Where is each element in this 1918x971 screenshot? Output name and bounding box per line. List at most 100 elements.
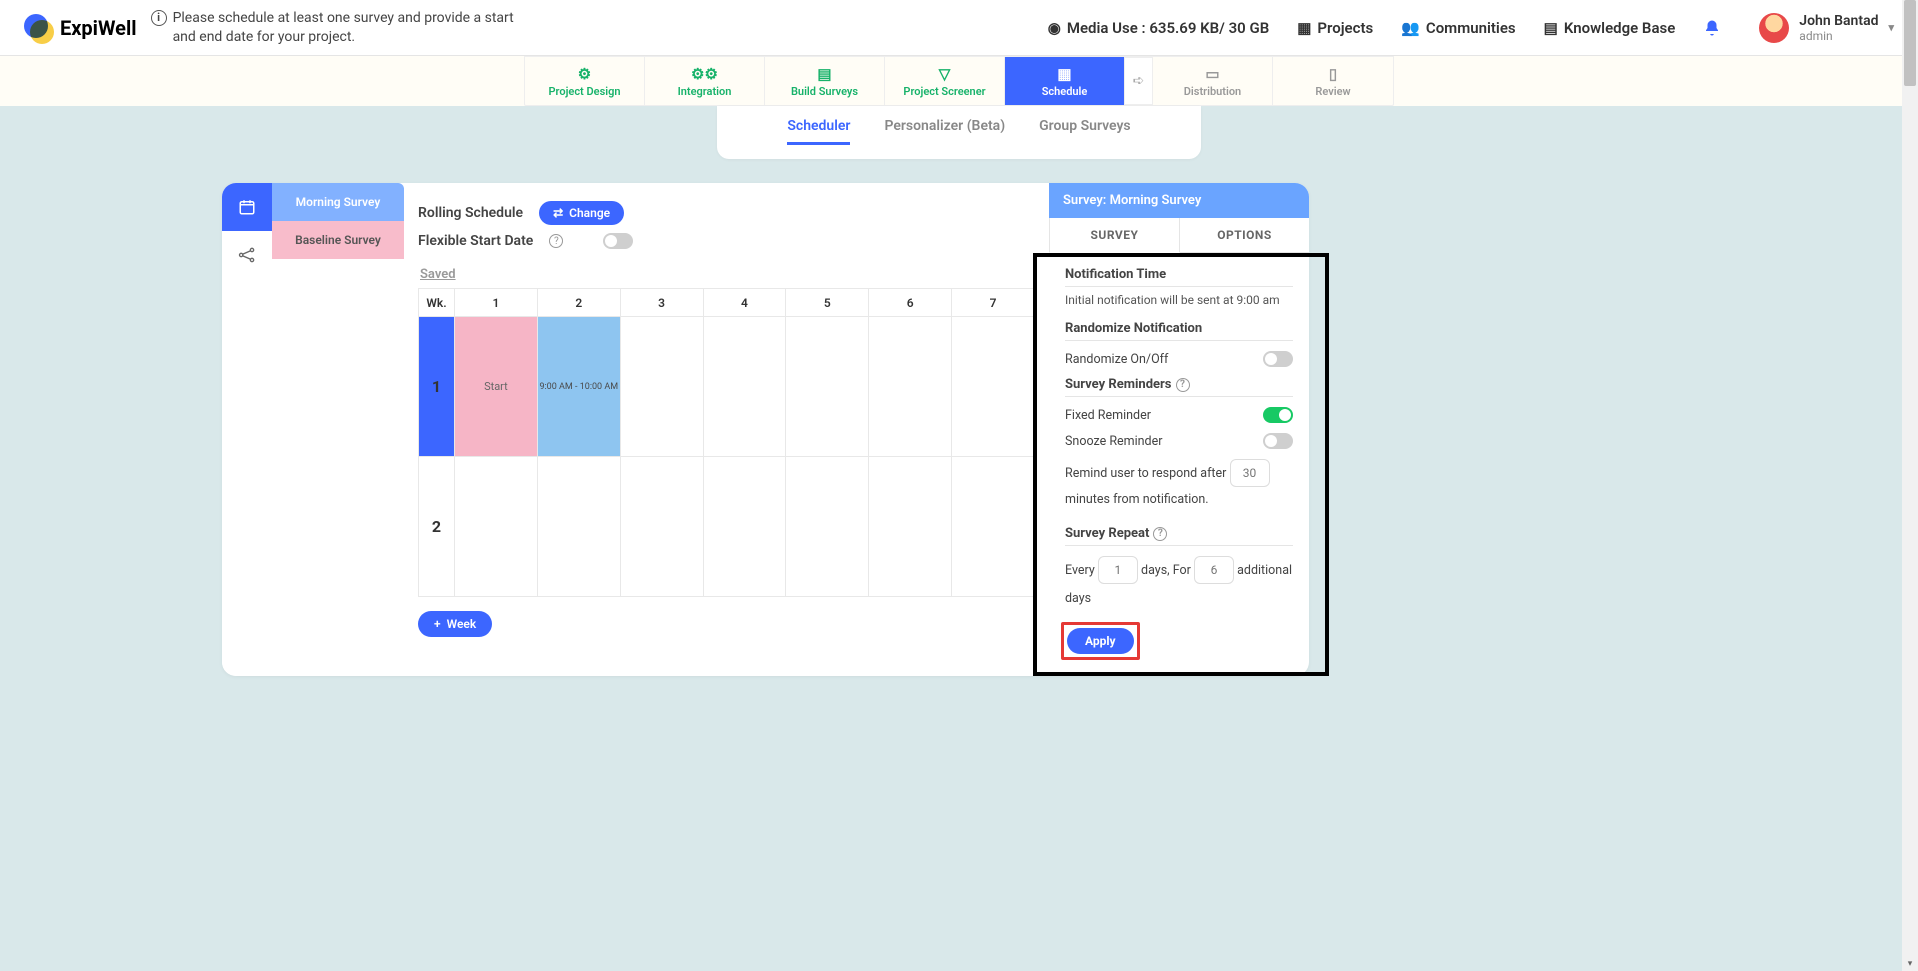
scheduler-card: Morning Survey Baseline Survey Rolling S… — [222, 183, 1309, 676]
next-step-arrow[interactable]: ➪ — [1125, 57, 1153, 105]
time-range-label: 9:00 AM - 10:00 AM — [539, 382, 618, 392]
scroll-thumb[interactable] — [1904, 0, 1916, 86]
morning-block[interactable]: 9:00 AM - 10:00 AM — [538, 317, 620, 456]
col-5: 5 — [786, 289, 869, 317]
snooze-reminder-toggle[interactable] — [1263, 433, 1293, 449]
tab-project-design[interactable]: ⚙Project Design — [525, 57, 645, 105]
header-notice-text: Please schedule at least one survey and … — [173, 9, 531, 45]
cell-1-3[interactable] — [620, 317, 703, 457]
fixed-reminder-label: Fixed Reminder — [1065, 408, 1151, 423]
tab-label: Build Surveys — [791, 85, 858, 98]
left-rail — [222, 183, 272, 676]
panel-header: Survey: Morning Survey — [1049, 183, 1309, 218]
baseline-block[interactable]: Start — [455, 317, 537, 456]
remind-minutes-input[interactable] — [1230, 459, 1270, 487]
every-days-input[interactable] — [1098, 556, 1138, 584]
media-use[interactable]: ◉ Media Use : 635.69 KB/ 30 GB — [1048, 19, 1270, 37]
repeat-title-text: Survey Repeat — [1065, 526, 1149, 541]
notifications-button[interactable] — [1703, 19, 1721, 37]
tab-build-surveys[interactable]: ▤ Build Surveys — [765, 57, 885, 105]
panel-body-highlighted: Notification Time Initial notification w… — [1033, 253, 1329, 676]
document-icon: ▤ — [817, 65, 831, 83]
tab-integration[interactable]: ⚙⚙Integration — [645, 57, 765, 105]
user-menu[interactable]: John Bantad admin ▾ — [1759, 13, 1894, 43]
row-1[interactable]: 1 — [419, 317, 455, 457]
flexible-start-label: Flexible Start Date — [418, 233, 533, 249]
tab-project-screener[interactable]: ▽ Project Screener — [885, 57, 1005, 105]
tab-schedule[interactable]: ▦Schedule — [1005, 57, 1125, 105]
cell-1-1[interactable]: Start — [455, 317, 538, 457]
repeat-title: Survey Repeat ? — [1065, 526, 1293, 546]
col-wk: Wk. — [419, 289, 455, 317]
panel-tabs: SURVEY OPTIONS — [1049, 218, 1309, 253]
cell-1-2[interactable]: 9:00 AM - 10:00 AM — [537, 317, 620, 457]
top-header: ExpiWell i Please schedule at least one … — [0, 0, 1918, 56]
for-days-input[interactable] — [1194, 556, 1234, 584]
book-icon: ▤ — [1544, 19, 1558, 37]
cell-2-1[interactable] — [455, 457, 538, 597]
cell-2-2[interactable] — [537, 457, 620, 597]
funnel-icon: ▽ — [939, 65, 951, 83]
bell-icon — [1703, 19, 1721, 37]
tab-survey[interactable]: SURVEY — [1049, 218, 1180, 253]
help-icon[interactable]: ? — [1153, 527, 1167, 541]
survey-item-baseline[interactable]: Baseline Survey — [272, 221, 404, 259]
plus-icon: + — [434, 617, 441, 631]
col-1: 1 — [455, 289, 538, 317]
notification-time-title: Notification Time — [1065, 267, 1293, 287]
cell-2-6[interactable] — [869, 457, 952, 597]
panel-header-name: Morning Survey — [1110, 193, 1202, 208]
panel-header-prefix: Survey: — [1063, 193, 1110, 208]
schedule-calendar: Wk. 1 2 3 4 5 6 7 1 Start 9:00 AM - 10:0… — [418, 288, 1035, 597]
randomize-toggle[interactable] — [1263, 351, 1293, 367]
user-name: John Bantad — [1799, 13, 1878, 29]
subnav-scheduler[interactable]: Scheduler — [787, 118, 850, 145]
header-nav: ◉ Media Use : 635.69 KB/ 30 GB ▦ Project… — [1048, 13, 1894, 43]
flexible-start-toggle[interactable] — [603, 233, 633, 249]
cell-1-5[interactable] — [786, 317, 869, 457]
brand-logo[interactable]: ExpiWell — [24, 14, 137, 42]
row-2[interactable]: 2 — [419, 457, 455, 597]
notification-time-desc: Initial notification will be sent at 9:0… — [1065, 293, 1293, 307]
info-icon: i — [151, 10, 167, 26]
cell-1-6[interactable] — [869, 317, 952, 457]
start-label: Start — [484, 380, 508, 393]
people-icon: 👥 — [1401, 19, 1420, 37]
survey-item-morning[interactable]: Morning Survey — [272, 183, 404, 221]
randomize-title: Randomize Notification — [1065, 321, 1293, 341]
cell-2-3[interactable] — [620, 457, 703, 597]
cell-2-5[interactable] — [786, 457, 869, 597]
media-use-text: Media Use : 635.69 KB/ 30 GB — [1067, 19, 1269, 37]
cell-2-4[interactable] — [703, 457, 786, 597]
tab-distribution[interactable]: ▭Distribution — [1153, 57, 1273, 105]
tab-options[interactable]: OPTIONS — [1180, 218, 1309, 252]
nav-communities[interactable]: 👥 Communities — [1401, 19, 1515, 37]
user-role: admin — [1799, 29, 1878, 43]
help-icon[interactable]: ? — [549, 234, 563, 248]
nav-communities-label: Communities — [1426, 19, 1516, 37]
help-icon[interactable]: ? — [1176, 378, 1190, 392]
rail-calendar-button[interactable] — [222, 183, 272, 231]
nav-projects[interactable]: ▦ Projects — [1297, 19, 1373, 37]
col-7: 7 — [952, 289, 1035, 317]
cell-1-4[interactable] — [703, 317, 786, 457]
randomize-label: Randomize On/Off — [1065, 352, 1168, 367]
subnav-personalizer[interactable]: Personalizer (Beta) — [884, 118, 1005, 145]
calendar-icon: ▦ — [1057, 65, 1071, 83]
vertical-scrollbar[interactable]: ▴ ▾ — [1902, 0, 1918, 971]
schedule-subnav: Scheduler Personalizer (Beta) Group Surv… — [717, 106, 1200, 159]
add-week-button[interactable]: + Week — [418, 611, 492, 637]
tab-label: Project Screener — [903, 85, 985, 98]
change-schedule-button[interactable]: ⇄ Change — [539, 201, 624, 225]
subnav-group-surveys[interactable]: Group Surveys — [1039, 118, 1131, 145]
cell-1-7[interactable] — [952, 317, 1035, 457]
scroll-down-icon[interactable]: ▾ — [1902, 957, 1918, 971]
col-3: 3 — [620, 289, 703, 317]
cell-2-7[interactable] — [952, 457, 1035, 597]
apply-button[interactable]: Apply — [1067, 628, 1134, 654]
fixed-reminder-toggle[interactable] — [1263, 407, 1293, 423]
nav-knowledge-base[interactable]: ▤ Knowledge Base — [1544, 19, 1676, 37]
tab-label: Distribution — [1184, 85, 1241, 98]
tab-review[interactable]: ▯Review — [1273, 57, 1393, 105]
rail-graph-button[interactable] — [222, 231, 272, 279]
